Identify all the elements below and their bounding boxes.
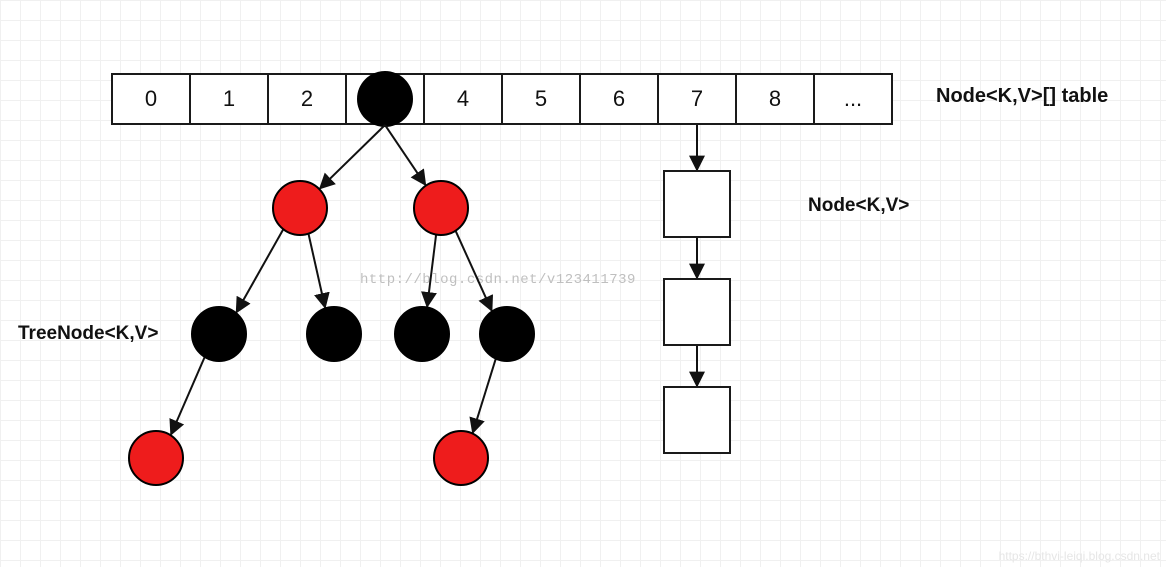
array-cell-1: 1 — [189, 73, 269, 125]
corner-watermark: https://bthvi-leiqi.blog.csdn.net — [999, 549, 1160, 563]
black-tree-node — [306, 306, 362, 362]
tree-root-circle — [357, 71, 413, 127]
black-tree-node — [479, 306, 535, 362]
red-tree-node — [128, 430, 184, 486]
linked-list-node — [663, 278, 731, 346]
array-cell-6: 6 — [579, 73, 659, 125]
center-watermark: http://blog.csdn.net/v123411739 — [360, 272, 636, 288]
red-tree-node — [433, 430, 489, 486]
black-tree-node — [191, 306, 247, 362]
array-cell-0: 0 — [111, 73, 191, 125]
array-cell-4: 4 — [423, 73, 503, 125]
array-cell-3 — [345, 73, 425, 125]
linked-list-label: Node<K,V> — [808, 195, 909, 217]
diagram-canvas: 01245678... Node<K,V>[] table Node<K,V> … — [0, 0, 1166, 567]
tree-label: TreeNode<K,V> — [18, 323, 158, 345]
array-label: Node<K,V>[] table — [936, 85, 1108, 108]
red-tree-node — [272, 180, 328, 236]
linked-list-node — [663, 170, 731, 238]
linked-list-node — [663, 386, 731, 454]
array-cell-7: 7 — [657, 73, 737, 125]
red-tree-node — [413, 180, 469, 236]
black-tree-node — [394, 306, 450, 362]
array-cell-5: 5 — [501, 73, 581, 125]
array-cell-9: ... — [813, 73, 893, 125]
array-row: 012 45678... — [111, 73, 893, 125]
array-cell-2: 2 — [267, 73, 347, 125]
array-cell-8: 8 — [735, 73, 815, 125]
